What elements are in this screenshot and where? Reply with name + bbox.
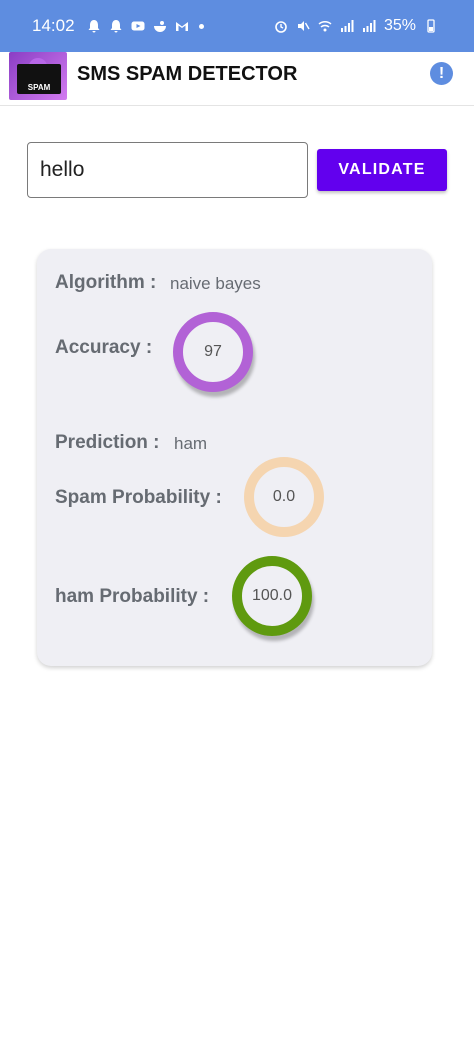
status-left: 14:02	[32, 16, 204, 36]
accuracy-value: 97	[204, 343, 222, 360]
info-icon[interactable]: !	[430, 62, 453, 85]
app-title: SMS SPAM DETECTOR	[77, 63, 298, 85]
app-icon	[153, 19, 167, 33]
app-logo-text: SPAM	[27, 83, 51, 92]
battery-percentage: 35%	[383, 17, 416, 34]
ham-probability-ring: 100.0	[232, 556, 312, 636]
accuracy-label: Accuracy :	[55, 337, 153, 358]
prediction-value: ham	[174, 434, 208, 453]
algorithm-value: naive bayes	[170, 274, 261, 293]
app-bar: SPAM SMS SPAM DETECTOR !	[0, 52, 474, 106]
notification-bell-icon	[109, 19, 123, 33]
status-bar: 14:02 35%	[0, 0, 474, 52]
spam-probability-ring: 0.0	[244, 457, 324, 537]
status-right: 35%	[274, 17, 438, 35]
battery-icon	[424, 19, 438, 33]
accuracy-ring: 97	[173, 312, 253, 392]
ham-probability-value: 100.0	[251, 587, 293, 604]
app-logo: SPAM	[9, 52, 67, 100]
youtube-icon	[131, 19, 145, 33]
alarm-icon	[274, 19, 288, 33]
status-time: 14:02	[32, 16, 75, 35]
signal-icon	[362, 19, 376, 33]
prediction-label: Prediction :	[55, 432, 160, 453]
gmail-icon	[175, 19, 189, 33]
message-input[interactable]	[27, 142, 308, 198]
result-card: Algorithm : naive bayes Accuracy : 97 Pr…	[37, 249, 432, 666]
validate-button[interactable]: VALIDATE	[317, 149, 447, 191]
spam-probability-label: Spam Probability :	[55, 487, 222, 508]
spam-probability-value: 0.0	[272, 488, 296, 505]
algorithm-label: Algorithm :	[55, 272, 157, 293]
ham-probability-label: ham Probability :	[55, 586, 210, 607]
signal-icon	[340, 19, 354, 33]
mute-icon	[296, 19, 310, 33]
more-notifications-dot	[198, 23, 204, 29]
wifi-icon	[318, 19, 332, 33]
notification-bell-icon	[87, 19, 101, 33]
